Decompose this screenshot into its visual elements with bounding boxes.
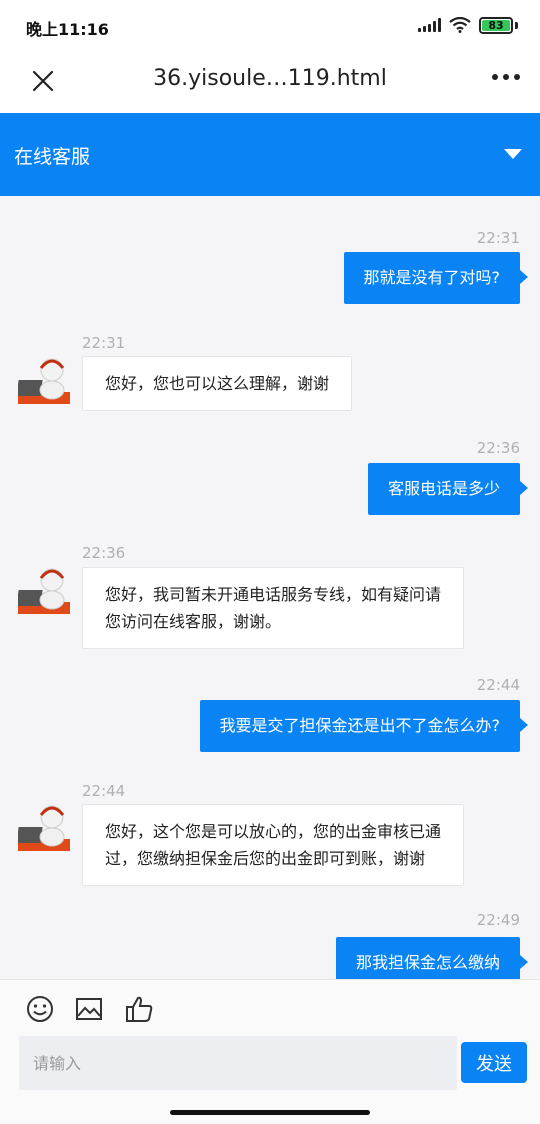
chat-header: 在线客服 [0,113,540,196]
signal-icon [418,18,441,32]
more-options-icon[interactable] [492,74,520,80]
image-icon[interactable] [74,994,104,1024]
home-indicator [170,1110,370,1115]
close-icon[interactable] [28,66,58,96]
agent-avatar [18,358,70,404]
message-time: 22:36 [476,439,520,457]
wifi-icon [449,17,471,33]
chat-messages[interactable]: 22:31 那就是没有了对吗? 22:31 您好，您也可以这么理解，谢谢 22:… [0,196,540,979]
message-bubble-received: 您好，这个您是可以放心的，您的出金审核已通 过，您缴纳担保金后您的出金即可到账，… [82,804,465,886]
agent-avatar [18,568,70,614]
browser-bar: 36.yisoule…119.html [0,50,540,113]
message-line: 过，您缴纳担保金后您的出金即可到账，谢谢 [105,849,426,868]
battery-icon: 83 [479,16,513,34]
message-bubble-received: 您好，您也可以这么理解，谢谢 [82,356,353,411]
input-area: 发送 [0,979,540,1124]
status-bar: 晚上11:16 83 [0,0,540,50]
chevron-down-icon[interactable] [504,149,522,159]
thumbs-up-icon[interactable] [124,994,154,1024]
page-url-title: 36.yisoule…119.html [153,66,387,91]
message-time: 22:44 [82,782,126,800]
chat-title: 在线客服 [14,146,91,168]
message-line: 您好，这个您是可以放心的，您的出金审核已通 [105,822,442,841]
emoji-icon[interactable] [25,994,55,1024]
screen: 晚上11:16 83 36.yisoule…119.html 在线客服 22:3… [0,0,540,1124]
message-bubble-sent: 我要是交了担保金还是出不了金怎么办? [199,700,528,752]
status-time: 晚上11:16 [26,20,109,39]
message-bubble-sent: 那就是没有了对吗? [343,252,528,304]
status-icons: 83 [418,15,518,35]
message-time: 22:36 [82,544,126,562]
message-time: 22:49 [476,911,520,929]
battery-level: 83 [488,18,504,32]
message-input[interactable] [19,1036,457,1090]
message-line: 您好，我司暂未开通电话服务专线，如有疑问请 [105,585,442,604]
message-bubble-sent: 那我担保金怎么缴纳 [335,937,529,979]
send-button[interactable]: 发送 [461,1042,527,1083]
message-time: 22:44 [476,676,520,694]
message-bubble-received: 您好，我司暂未开通电话服务专线，如有疑问请 您访问在线客服，谢谢。 [82,567,465,649]
message-time: 22:31 [476,229,520,247]
message-time: 22:31 [82,334,126,352]
agent-avatar [18,805,70,851]
message-line: 您访问在线客服，谢谢。 [105,612,282,631]
message-bubble-sent: 客服电话是多少 [367,463,529,515]
